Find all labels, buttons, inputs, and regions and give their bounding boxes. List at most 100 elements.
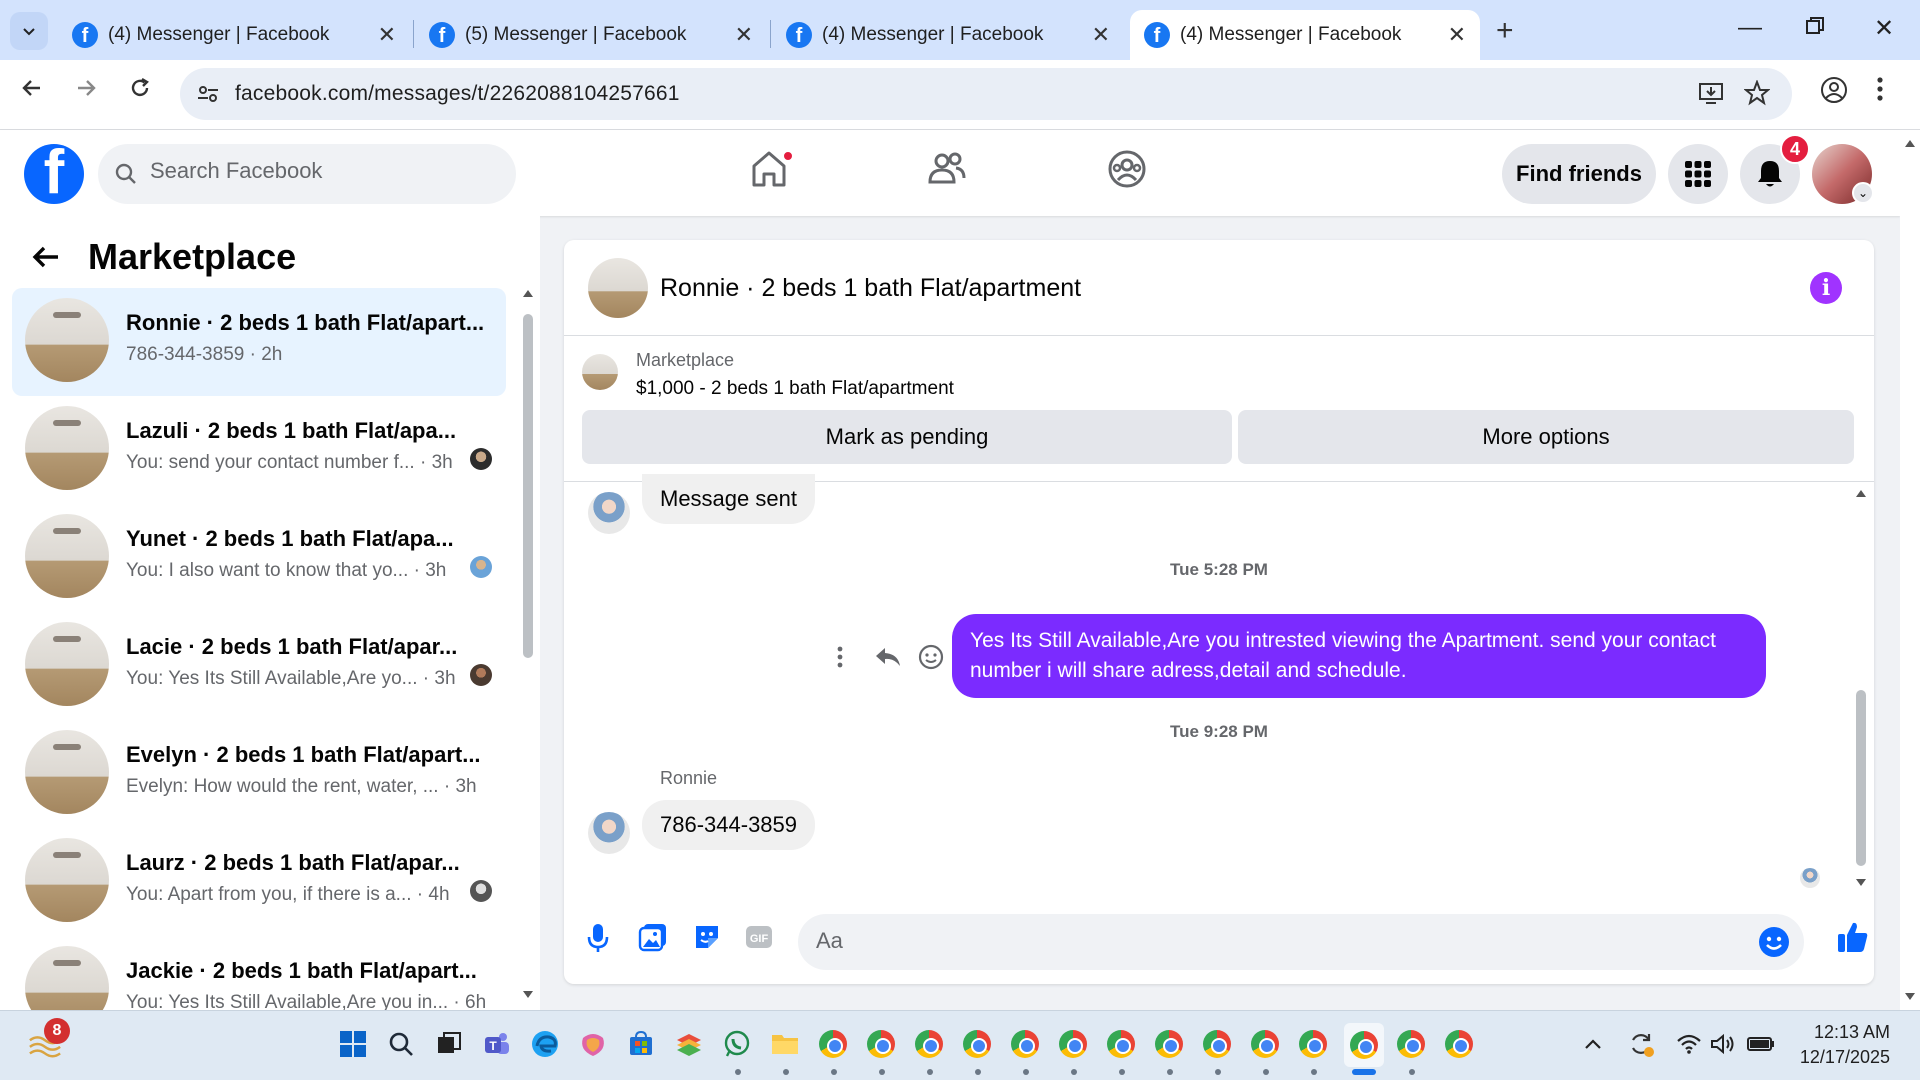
facebook-search[interactable] — [98, 144, 516, 204]
chrome-taskbar-icon[interactable] — [864, 1027, 898, 1061]
info-icon[interactable]: i — [1810, 272, 1842, 304]
task-view-icon[interactable] — [432, 1027, 466, 1061]
groups-nav-icon[interactable] — [1106, 148, 1148, 195]
back-arrow-icon[interactable] — [30, 241, 62, 273]
sidebar-scrollbar[interactable] — [518, 286, 538, 1006]
sender-avatar[interactable] — [588, 492, 630, 534]
conversation-row[interactable]: Lacie · 2 beds 1 bath Flat/apar... You: … — [12, 612, 506, 720]
chat-title[interactable]: Ronnie · 2 beds 1 bath Flat/apartment — [660, 274, 1081, 303]
forward-arrow-icon[interactable] — [74, 76, 98, 107]
browser-menu-icon[interactable] — [1876, 76, 1884, 109]
windows-start-icon[interactable] — [336, 1027, 370, 1061]
close-tab-icon[interactable]: ✕ — [378, 22, 396, 48]
close-window-icon[interactable]: ✕ — [1874, 14, 1894, 43]
tray-overflow-chevron-up-icon[interactable] — [1576, 1027, 1610, 1061]
chrome-taskbar-icon-active[interactable] — [1344, 1023, 1384, 1067]
chrome-taskbar-icon[interactable] — [912, 1027, 946, 1061]
photo-attach-icon[interactable] — [638, 922, 668, 957]
back-arrow-icon[interactable] — [20, 76, 44, 107]
emoji-picker-icon[interactable] — [1758, 926, 1790, 958]
browser-tab-2[interactable]: f (5) Messenger | Facebook ✕ — [415, 10, 767, 60]
incoming-message-bubble[interactable]: Message sent — [642, 474, 815, 524]
file-explorer-icon[interactable] — [768, 1027, 802, 1061]
reply-icon[interactable] — [874, 645, 902, 669]
profile-icon[interactable] — [1820, 76, 1848, 111]
account-chevron-down-icon[interactable]: ⌄ — [1852, 182, 1874, 204]
battery-icon[interactable] — [1744, 1027, 1778, 1061]
incoming-message-bubble[interactable]: 786-344-3859 — [642, 800, 816, 850]
facebook-logo-icon[interactable]: f — [24, 144, 84, 204]
mark-as-pending-button[interactable]: Mark as pending — [582, 410, 1232, 464]
copilot-icon[interactable] — [576, 1027, 610, 1061]
chrome-taskbar-icon[interactable] — [960, 1027, 994, 1061]
conversation-row[interactable]: Evelyn · 2 beds 1 bath Flat/apart... Eve… — [12, 720, 506, 828]
microsoft-store-icon[interactable] — [624, 1027, 658, 1061]
gif-icon[interactable]: GIF — [744, 922, 774, 957]
tab-title: (4) Messenger | Facebook — [108, 24, 330, 45]
search-input[interactable] — [150, 158, 490, 184]
chrome-taskbar-icon[interactable] — [1200, 1027, 1234, 1061]
conversation-row[interactable]: Yunet · 2 beds 1 bath Flat/apa... You: I… — [12, 504, 506, 612]
message-input-wrap[interactable] — [798, 914, 1804, 970]
browser-tab-strip: f (4) Messenger | Facebook ✕ f (5) Messe… — [0, 0, 1920, 60]
sync-icon[interactable] — [1624, 1027, 1658, 1061]
volume-icon[interactable] — [1706, 1027, 1740, 1061]
chrome-taskbar-icon[interactable] — [1442, 1027, 1476, 1061]
restore-window-icon[interactable] — [1806, 14, 1824, 42]
address-bar[interactable]: facebook.com/messages/t/2262088104257661 — [180, 68, 1792, 120]
new-tab-button[interactable]: + — [1496, 14, 1514, 48]
chrome-taskbar-icon[interactable] — [1248, 1027, 1282, 1061]
url-text[interactable]: facebook.com/messages/t/2262088104257661 — [235, 82, 680, 106]
close-tab-icon[interactable]: ✕ — [735, 22, 753, 48]
outgoing-message-bubble[interactable]: Yes Its Still Available,Are you intreste… — [952, 614, 1766, 698]
browser-tab-3[interactable]: f (4) Messenger | Facebook ✕ — [772, 10, 1124, 60]
minimize-window-icon[interactable]: — — [1738, 14, 1762, 42]
close-tab-icon[interactable]: ✕ — [1448, 22, 1466, 48]
sticker-icon[interactable] — [692, 922, 722, 957]
conversation-row[interactable]: Laurz · 2 beds 1 bath Flat/apar... You: … — [12, 828, 506, 936]
stacked-app-icon[interactable] — [672, 1027, 706, 1061]
page-scrollbar[interactable] — [1900, 130, 1920, 1010]
listing-thumbnail[interactable] — [588, 258, 648, 318]
listing-thumbnail — [25, 838, 109, 922]
chrome-taskbar-icon[interactable] — [1104, 1027, 1138, 1061]
thread-scrollbar[interactable] — [1850, 482, 1870, 902]
site-info-icon[interactable] — [196, 82, 220, 106]
sidebar-scroll-thumb[interactable] — [523, 314, 533, 658]
sender-avatar[interactable] — [588, 812, 630, 854]
more-options-button[interactable]: More options — [1238, 410, 1854, 464]
taskbar-search-icon[interactable] — [384, 1027, 418, 1061]
whatsapp-icon[interactable] — [720, 1027, 754, 1061]
conversation-row[interactable]: Jackie · 2 beds 1 bath Flat/apart... You… — [12, 936, 506, 1010]
reload-icon[interactable] — [128, 76, 152, 107]
chrome-taskbar-icon[interactable] — [1008, 1027, 1042, 1061]
running-indicator — [831, 1069, 837, 1075]
menu-grid-icon[interactable] — [1668, 144, 1728, 204]
chrome-taskbar-icon[interactable] — [1056, 1027, 1090, 1061]
chrome-taskbar-icon[interactable] — [1296, 1027, 1330, 1061]
thread-scroll-thumb[interactable] — [1856, 690, 1866, 866]
wifi-icon[interactable] — [1672, 1027, 1706, 1061]
chrome-taskbar-icon[interactable] — [1152, 1027, 1186, 1061]
conversation-row[interactable]: Ronnie · 2 beds 1 bath Flat/apart... 786… — [12, 288, 506, 396]
chrome-taskbar-icon[interactable] — [1394, 1027, 1428, 1061]
chrome-taskbar-icon[interactable] — [816, 1027, 850, 1061]
system-clock[interactable]: 12:13 AM 12/17/2025 — [1790, 1020, 1890, 1070]
thumbs-up-icon[interactable] — [1836, 920, 1870, 959]
more-actions-icon[interactable] — [836, 645, 844, 669]
react-smiley-icon[interactable] — [918, 644, 944, 670]
browser-tab-4-active[interactable]: f (4) Messenger | Facebook ✕ — [1130, 10, 1480, 60]
listing-description[interactable]: $1,000 - 2 beds 1 bath Flat/apartment — [636, 378, 954, 400]
browser-tab-1[interactable]: f (4) Messenger | Facebook ✕ — [58, 10, 410, 60]
microphone-icon[interactable] — [586, 922, 610, 959]
message-input[interactable] — [816, 928, 1716, 954]
bookmark-star-icon[interactable] — [1743, 79, 1771, 111]
find-friends-button[interactable]: Find friends — [1502, 144, 1656, 204]
edge-browser-icon[interactable] — [528, 1027, 562, 1061]
tab-search-dropdown[interactable] — [10, 12, 48, 50]
conversation-row[interactable]: Lazuli · 2 beds 1 bath Flat/apa... You: … — [12, 396, 506, 504]
close-tab-icon[interactable]: ✕ — [1092, 22, 1110, 48]
teams-icon[interactable]: T — [480, 1027, 514, 1061]
install-app-icon[interactable] — [1698, 80, 1724, 111]
friends-nav-icon[interactable] — [926, 148, 968, 195]
